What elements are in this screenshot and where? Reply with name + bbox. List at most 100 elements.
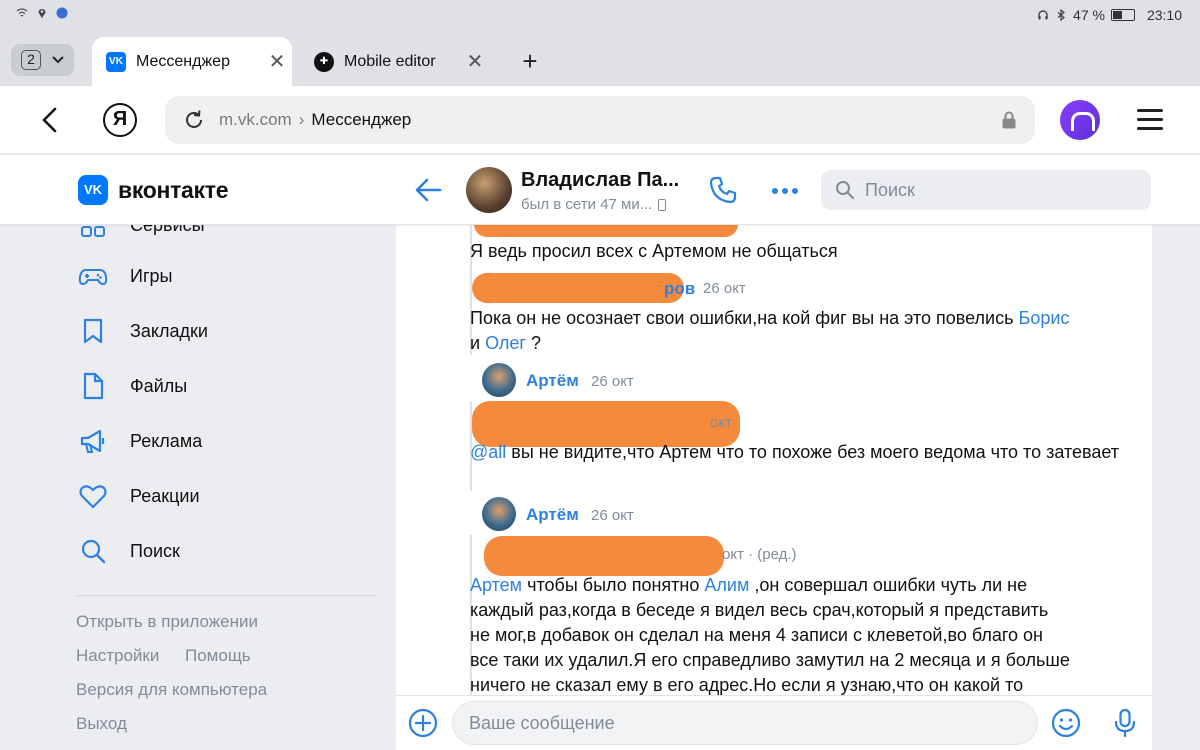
redacted-area: [472, 273, 684, 303]
url-field[interactable]: m.vk.com › Мессенджер: [165, 96, 1035, 144]
message-input[interactable]: Ваше сообщение: [452, 701, 1038, 745]
sidebar-item-label: Реакции: [130, 485, 200, 506]
mention-link[interactable]: Артем: [470, 575, 522, 595]
location-icon: [38, 9, 46, 18]
message-composer: Ваше сообщение: [396, 695, 1152, 750]
chat-history[interactable]: Я ведь просил всех с Артемом не общаться…: [396, 225, 1152, 695]
url-page-title: Мессенджер: [311, 110, 412, 129]
vk-wordmark: вконтакте: [118, 176, 229, 203]
vk-favicon-icon: VK: [106, 51, 126, 72]
mention-link[interactable]: Алим: [704, 575, 749, 595]
sidebar-item-label: Закладки: [130, 320, 208, 341]
microphone-icon[interactable]: [1110, 708, 1140, 738]
message-time: окт: [710, 414, 732, 431]
bluetooth-icon: [1057, 9, 1065, 21]
message-text-part: чтобы было понятно: [527, 575, 700, 595]
message-time: 26 окт: [591, 507, 634, 524]
system-status-bar: 47 % 23:10: [0, 0, 1200, 32]
redacted-area: [484, 536, 724, 576]
message-text-part: вы не видите,что Артем что то похоже без…: [511, 442, 1120, 462]
back-arrow-icon[interactable]: [414, 177, 442, 203]
tab-title: Mobile editor: [344, 52, 436, 70]
message-text-part: ничего не сказал ему в его адрес.Но если…: [470, 675, 1024, 695]
close-tab-icon[interactable]: ✕: [262, 49, 292, 74]
message-time: 26 окт: [703, 280, 746, 297]
sender-name[interactable]: Артём: [526, 505, 579, 525]
search-icon: [76, 534, 110, 568]
sender-name[interactable]: Артём: [526, 371, 579, 391]
alice-assistant-icon[interactable]: [1060, 100, 1100, 140]
url-domain: m.vk.com: [219, 110, 292, 129]
left-sidebar: Сервисы Игры Закладки Файлы Реклама Реак…: [0, 225, 396, 750]
sidebar-item-games[interactable]: Игры: [76, 256, 172, 296]
sidebar-item-files[interactable]: Файлы: [76, 366, 187, 406]
mention-link[interactable]: Борис: [1019, 308, 1070, 328]
megaphone-icon: [76, 424, 110, 458]
sidebar-item-reactions[interactable]: Реакции: [76, 476, 200, 516]
vk-logo[interactable]: VK вконтакте: [78, 175, 229, 205]
sidebar-item-label: Реклама: [130, 430, 203, 451]
tab-title: Мессенджер: [136, 52, 230, 70]
message-text: Пока он не осознает свои ошибки,на кой ф…: [470, 306, 1130, 356]
browser-back-icon[interactable]: [36, 106, 64, 134]
new-tab-button[interactable]: +: [515, 46, 545, 77]
settings-link[interactable]: Настройки: [76, 646, 159, 666]
browser-tab-strip: 2 VK Мессенджер ✕ ✚ Mobile editor ✕ +: [0, 32, 1200, 86]
sidebar-item-label: Сервисы: [130, 225, 205, 236]
vk-mark-icon: VK: [78, 175, 108, 205]
emoji-icon[interactable]: [1051, 708, 1081, 738]
message-text-part: ,он совершал ошибки чуть ли не: [754, 575, 1028, 595]
tab-mobile-editor[interactable]: ✚ Mobile editor ✕: [300, 37, 490, 86]
mention-link[interactable]: Олег: [485, 333, 526, 353]
sidebar-item-search[interactable]: Поиск: [76, 531, 180, 571]
sidebar-item-label: Файлы: [130, 375, 188, 396]
more-options-icon[interactable]: [772, 188, 798, 194]
logout-link[interactable]: Выход: [76, 714, 127, 734]
search-placeholder: Поиск: [865, 179, 915, 200]
wifi-icon: [16, 8, 28, 17]
browser-address-bar: Я m.vk.com › Мессенджер: [0, 86, 1200, 154]
headphones-icon: [1038, 10, 1048, 20]
message-text-part: и: [470, 333, 481, 353]
app-notification-icon: [56, 7, 68, 19]
open-in-app-link[interactable]: Открыть в приложении: [76, 612, 258, 632]
message-text-part: ?: [530, 333, 541, 353]
tab-switcher-button[interactable]: 2: [11, 44, 74, 76]
bookmark-icon: [76, 314, 110, 348]
desktop-version-link[interactable]: Версия для компьютера: [76, 680, 267, 700]
sidebar-item-bookmarks[interactable]: Закладки: [76, 311, 208, 351]
heart-icon: [76, 479, 110, 513]
help-link[interactable]: Помощь: [185, 646, 251, 666]
sidebar-item-ads[interactable]: Реклама: [76, 421, 202, 461]
sidebar-item-label: Поиск: [130, 540, 180, 561]
sidebar-item-services[interactable]: Сервисы: [76, 225, 205, 245]
message-text-part: Пока он не осознает свои ошибки,на кой ф…: [470, 308, 1014, 328]
grid-icon: [76, 225, 110, 242]
sender-name-tail[interactable]: ров: [664, 279, 695, 299]
chat-title[interactable]: Владислав Па...: [521, 169, 679, 192]
message-text: @all вы не видите,что Артем что то похож…: [470, 440, 1130, 465]
mention-link[interactable]: @all: [470, 442, 506, 462]
tab-messenger[interactable]: VK Мессенджер ✕: [92, 37, 292, 86]
reload-icon[interactable]: [183, 109, 205, 131]
chat-status: был в сети 47 ми...: [521, 196, 667, 213]
chat-avatar[interactable]: [466, 167, 512, 213]
call-icon[interactable]: [708, 175, 738, 205]
search-input[interactable]: Поиск: [821, 170, 1151, 210]
lock-icon[interactable]: [1001, 111, 1017, 129]
attach-plus-icon[interactable]: [408, 708, 438, 738]
tab-count: 2: [21, 50, 41, 70]
message-time: 26 окт: [591, 373, 634, 390]
search-icon: [836, 181, 854, 199]
vk-header: VK вконтакте Владислав Па... был в сети …: [0, 155, 1200, 225]
message-text: Артем чтобы было понятно Алим ,он соверш…: [470, 573, 1130, 695]
close-tab-icon[interactable]: ✕: [460, 49, 490, 74]
yandex-logo[interactable]: Я: [103, 103, 137, 137]
redacted-area: [474, 225, 738, 237]
gamepad-icon: [76, 259, 110, 293]
editor-favicon-icon: ✚: [314, 51, 334, 72]
clock-time: 23:10: [1146, 7, 1182, 23]
sender-avatar[interactable]: [482, 497, 516, 531]
browser-menu-icon[interactable]: [1137, 109, 1163, 131]
sender-avatar[interactable]: [482, 363, 516, 397]
